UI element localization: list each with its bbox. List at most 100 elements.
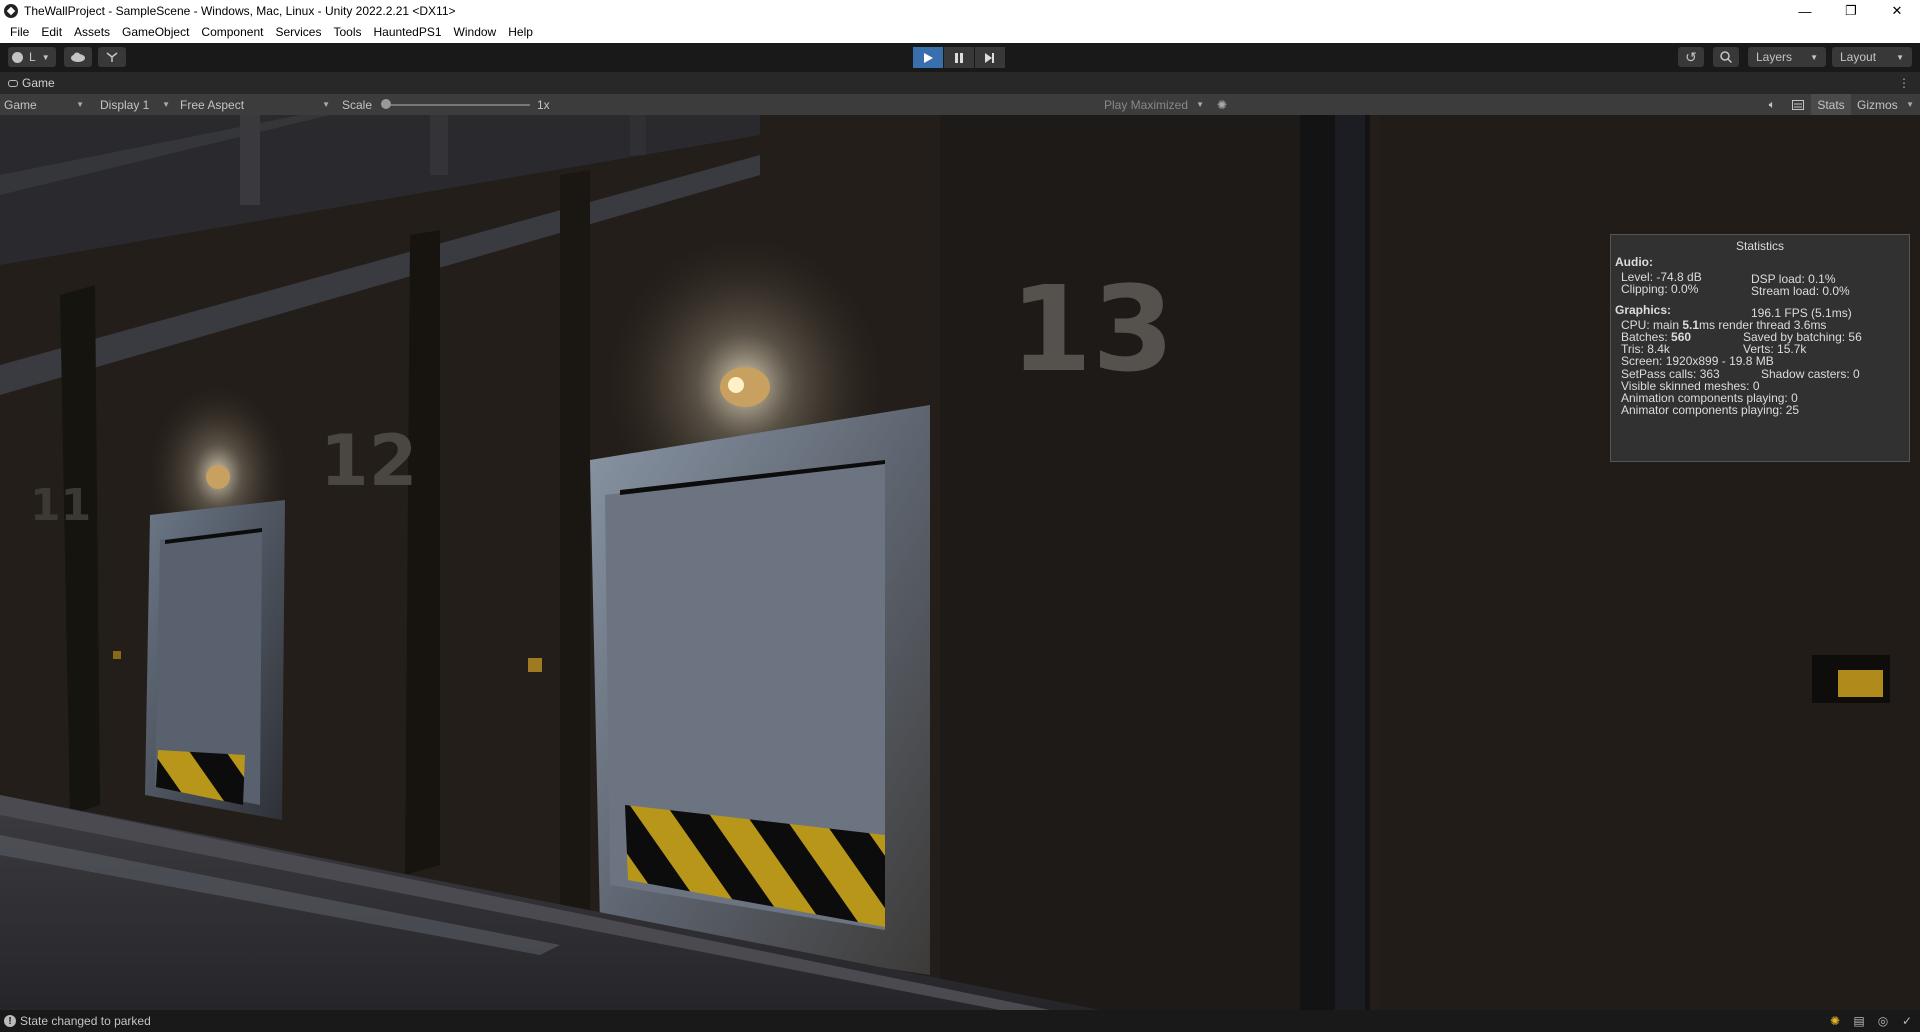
title-bar: TheWallProject - SampleScene - Windows, … <box>0 0 1920 22</box>
chevron-down-icon: ▼ <box>1896 52 1904 62</box>
menu-bar: File Edit Assets GameObject Component Se… <box>0 22 1920 43</box>
menu-tools[interactable]: Tools <box>327 22 367 43</box>
play-mode-label: Play Maximized <box>1104 97 1189 112</box>
stats-label: Stats <box>1817 97 1845 112</box>
menu-window[interactable]: Window <box>448 22 503 43</box>
tab-game[interactable]: Game <box>0 72 63 94</box>
main-toolbar: L ▼ ↺ Layers ▼ Layout ▼ <box>0 43 1920 72</box>
menu-services[interactable]: Services <box>269 22 327 43</box>
bug-icon: ✺ <box>1216 98 1228 112</box>
wall-number-12: 12 <box>320 420 417 502</box>
chevron-down-icon: ▼ <box>322 100 330 109</box>
pause-icon <box>955 52 963 63</box>
chevron-down-icon: ▼ <box>1196 100 1204 109</box>
game-view-toolbar: Game ▼ Display 1 ▼ Free Aspect ▼ Scale 1… <box>0 94 1920 115</box>
menu-help[interactable]: Help <box>502 22 539 43</box>
mute-audio-button[interactable]: 🔈︎ <box>1764 97 1780 113</box>
chevron-down-icon: ▼ <box>162 100 170 109</box>
account-dropdown[interactable]: L ▼ <box>8 47 56 67</box>
minimize-button[interactable]: — <box>1782 0 1828 22</box>
audio-clipping: Clipping: 0.0% <box>1621 282 1699 296</box>
shadow-casters: Shadow casters: 0 <box>1761 367 1860 381</box>
gamepad-icon <box>8 79 18 87</box>
window-controls: — ❐ ✕ <box>1782 0 1920 22</box>
cloud-button[interactable] <box>64 47 92 67</box>
status-icons: ✺ ▤ ◎ ✓ <box>1828 1014 1914 1028</box>
view-mode-dropdown[interactable]: Game ▼ <box>0 94 88 115</box>
chevron-down-icon: ▼ <box>41 52 50 62</box>
menu-gameobject[interactable]: GameObject <box>116 22 195 43</box>
animator-components: Animator components playing: 25 <box>1621 403 1800 417</box>
stats-toggle[interactable]: Stats <box>1811 94 1851 115</box>
step-icon <box>985 52 994 63</box>
cloud-icon <box>71 52 85 62</box>
lamp <box>720 367 770 407</box>
menu-hauntedps1[interactable]: HauntedPS1 <box>367 22 447 43</box>
play-button[interactable] <box>913 47 943 68</box>
gizmos-dropdown[interactable]: Gizmos ▼ <box>1853 94 1918 115</box>
shortcuts-button[interactable] <box>1790 97 1806 113</box>
layers-label: Layers <box>1756 50 1793 64</box>
frame-debugger-button[interactable]: ✺ <box>1214 97 1230 113</box>
play-mode-dropdown[interactable]: Play Maximized ▼ <box>1100 94 1208 115</box>
aspect-dropdown[interactable]: Free Aspect ▼ <box>176 94 334 115</box>
layout-dropdown[interactable]: Layout ▼ <box>1832 47 1912 67</box>
display-dropdown[interactable]: Display 1 ▼ <box>96 94 174 115</box>
batches-value: 560 <box>1671 330 1692 344</box>
wall-number-13: 13 <box>1010 260 1174 398</box>
pause-button[interactable] <box>944 47 974 68</box>
view-mode-label: Game <box>4 97 37 112</box>
graphics-header: Graphics: <box>1615 303 1672 317</box>
window-title: TheWallProject - SampleScene - Windows, … <box>24 4 456 18</box>
step-button[interactable] <box>975 47 1005 68</box>
scale-slider-handle[interactable] <box>381 99 391 109</box>
menu-component[interactable]: Component <box>195 22 269 43</box>
status-bar: ! State changed to parked ✺ ▤ ◎ ✓ <box>0 1010 1920 1032</box>
scale-slider-track[interactable] <box>385 104 530 106</box>
undo-history-button[interactable]: ↺ <box>1678 47 1704 67</box>
display-label: Display 1 <box>100 97 150 112</box>
stats-title: Statistics <box>1735 239 1784 253</box>
wall-number-11: 11 <box>30 480 91 531</box>
play-controls <box>913 47 1005 68</box>
account-icon <box>12 51 23 63</box>
keyboard-icon <box>1792 100 1804 110</box>
menu-assets[interactable]: Assets <box>68 22 116 43</box>
progress-icon[interactable]: ◎ <box>1876 1014 1890 1028</box>
stream-load: Stream load: 0.0% <box>1751 284 1850 298</box>
history-icon: ↺ <box>1685 48 1697 65</box>
screen-info: Screen: 1920x899 - 19.8 MB <box>1621 354 1774 368</box>
search-icon <box>1720 51 1732 63</box>
layout-label: Layout <box>1840 50 1877 64</box>
gizmos-label: Gizmos <box>1857 97 1898 112</box>
statistics-panel: Statistics Audio: Level: -74.8 dB DSP lo… <box>1610 234 1910 462</box>
unity-logo-icon <box>4 4 18 18</box>
menu-file[interactable]: File <box>4 22 35 43</box>
menu-edit[interactable]: Edit <box>35 22 68 43</box>
tab-options-icon[interactable]: ⋮ <box>1898 76 1910 90</box>
play-icon <box>924 52 933 63</box>
cache-server-icon[interactable]: ▤ <box>1852 1014 1866 1028</box>
tab-game-label: Game <box>22 76 55 90</box>
maximize-button[interactable]: ❐ <box>1828 0 1874 22</box>
scale-label: Scale <box>342 97 373 112</box>
speaker-icon: 🔈︎ <box>1768 98 1776 111</box>
bug-report-icon[interactable]: ✺ <box>1828 1014 1842 1028</box>
branch-icon <box>106 52 118 62</box>
account-label: L <box>29 50 36 64</box>
info-icon: ! <box>4 1015 16 1027</box>
close-button[interactable]: ✕ <box>1874 0 1920 22</box>
audio-header: Audio: <box>1615 255 1653 269</box>
game-viewport[interactable]: 11 12 13 Statistics Audio: Level: -74.8 … <box>0 115 1920 1010</box>
tab-bar: Game <box>0 72 1920 94</box>
search-button[interactable] <box>1713 47 1739 67</box>
chevron-down-icon: ▼ <box>1906 100 1914 109</box>
chevron-down-icon: ▼ <box>76 100 84 109</box>
check-icon[interactable]: ✓ <box>1900 1014 1914 1028</box>
scale-value: 1x <box>537 97 550 112</box>
chevron-down-icon: ▼ <box>1810 52 1818 62</box>
status-message[interactable]: State changed to parked <box>20 1014 151 1028</box>
aspect-label: Free Aspect <box>180 97 245 112</box>
collab-button[interactable] <box>98 47 126 67</box>
layers-dropdown[interactable]: Layers ▼ <box>1748 47 1826 67</box>
